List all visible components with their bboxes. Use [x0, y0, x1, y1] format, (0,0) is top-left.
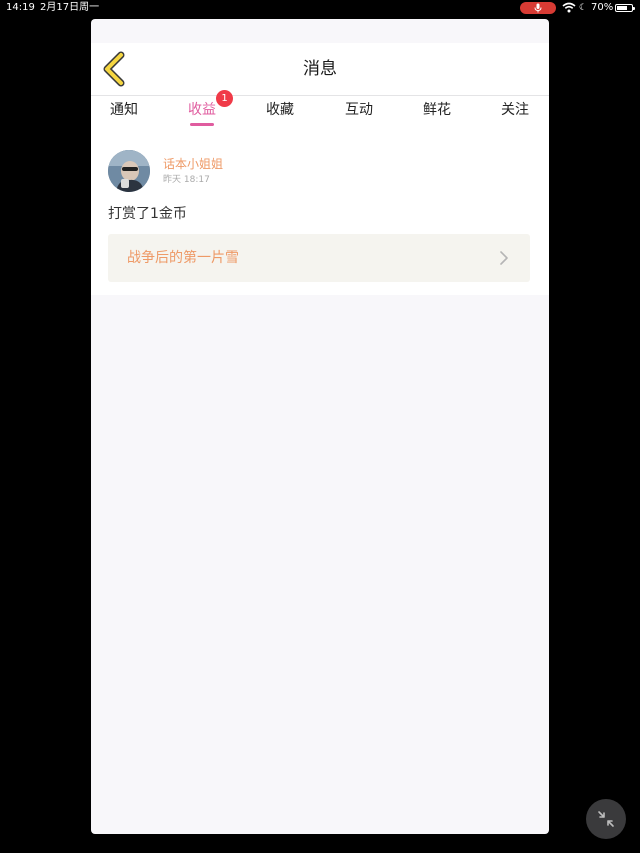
battery-percent: 70%	[591, 2, 614, 13]
status-bar: 14:19 2月17日周一 ☾ 70%	[0, 0, 640, 16]
tab-label: 收藏	[266, 102, 294, 118]
status-date: 2月17日周一	[40, 2, 100, 13]
work-title: 战争后的第一片雪	[127, 250, 239, 266]
tab-notifications[interactable]: 通知	[94, 96, 154, 134]
mic-icon[interactable]	[520, 2, 556, 14]
collapse-button[interactable]	[586, 799, 626, 839]
tab-label: 通知	[110, 102, 138, 118]
message-time: 昨天 18:17	[163, 175, 210, 185]
tab-flowers[interactable]: 鲜花	[407, 96, 467, 134]
avatar-image	[108, 150, 150, 192]
message-card: 话本小姐姐 昨天 18:17 打赏了1金币 战争后的第一片雪	[91, 134, 549, 295]
unread-badge: 1	[216, 90, 233, 107]
tab-follows[interactable]: 关注	[485, 96, 545, 134]
work-link[interactable]: 战争后的第一片雪	[108, 234, 530, 282]
tab-label: 鲜花	[423, 102, 451, 118]
battery-icon	[615, 4, 635, 12]
avatar[interactable]	[108, 150, 150, 192]
wifi-icon	[562, 2, 576, 19]
collapse-icon	[598, 811, 614, 827]
tab-label: 互动	[345, 102, 373, 118]
status-time: 14:19	[6, 2, 35, 13]
message-window: 消息 通知 收益 收藏 互动 鲜花 关注 1 话本小姐姐 昨天 18:17 打赏…	[91, 19, 549, 834]
battery-fill	[617, 6, 627, 10]
user-name[interactable]: 话本小姐姐	[163, 155, 223, 172]
device-screen: 14:19 2月17日周一 ☾ 70% 消息 通知 收益 收藏 互动 鲜花 关注…	[0, 0, 640, 853]
message-text: 打赏了1金币	[108, 206, 187, 222]
page-title: 消息	[303, 59, 337, 79]
moon-icon: ☾	[579, 3, 588, 13]
chevron-right-icon	[500, 251, 508, 265]
tab-label: 关注	[501, 102, 529, 118]
back-button[interactable]	[99, 51, 133, 87]
tab-bar: 通知 收益 收藏 互动 鲜花 关注 1	[91, 90, 549, 134]
tab-interactions[interactable]: 互动	[329, 96, 389, 134]
tab-label: 收益	[188, 102, 216, 118]
nav-bar: 消息	[91, 43, 549, 96]
chevron-left-icon	[103, 51, 125, 87]
tab-favorites[interactable]: 收藏	[250, 96, 310, 134]
active-tab-indicator	[190, 123, 214, 126]
